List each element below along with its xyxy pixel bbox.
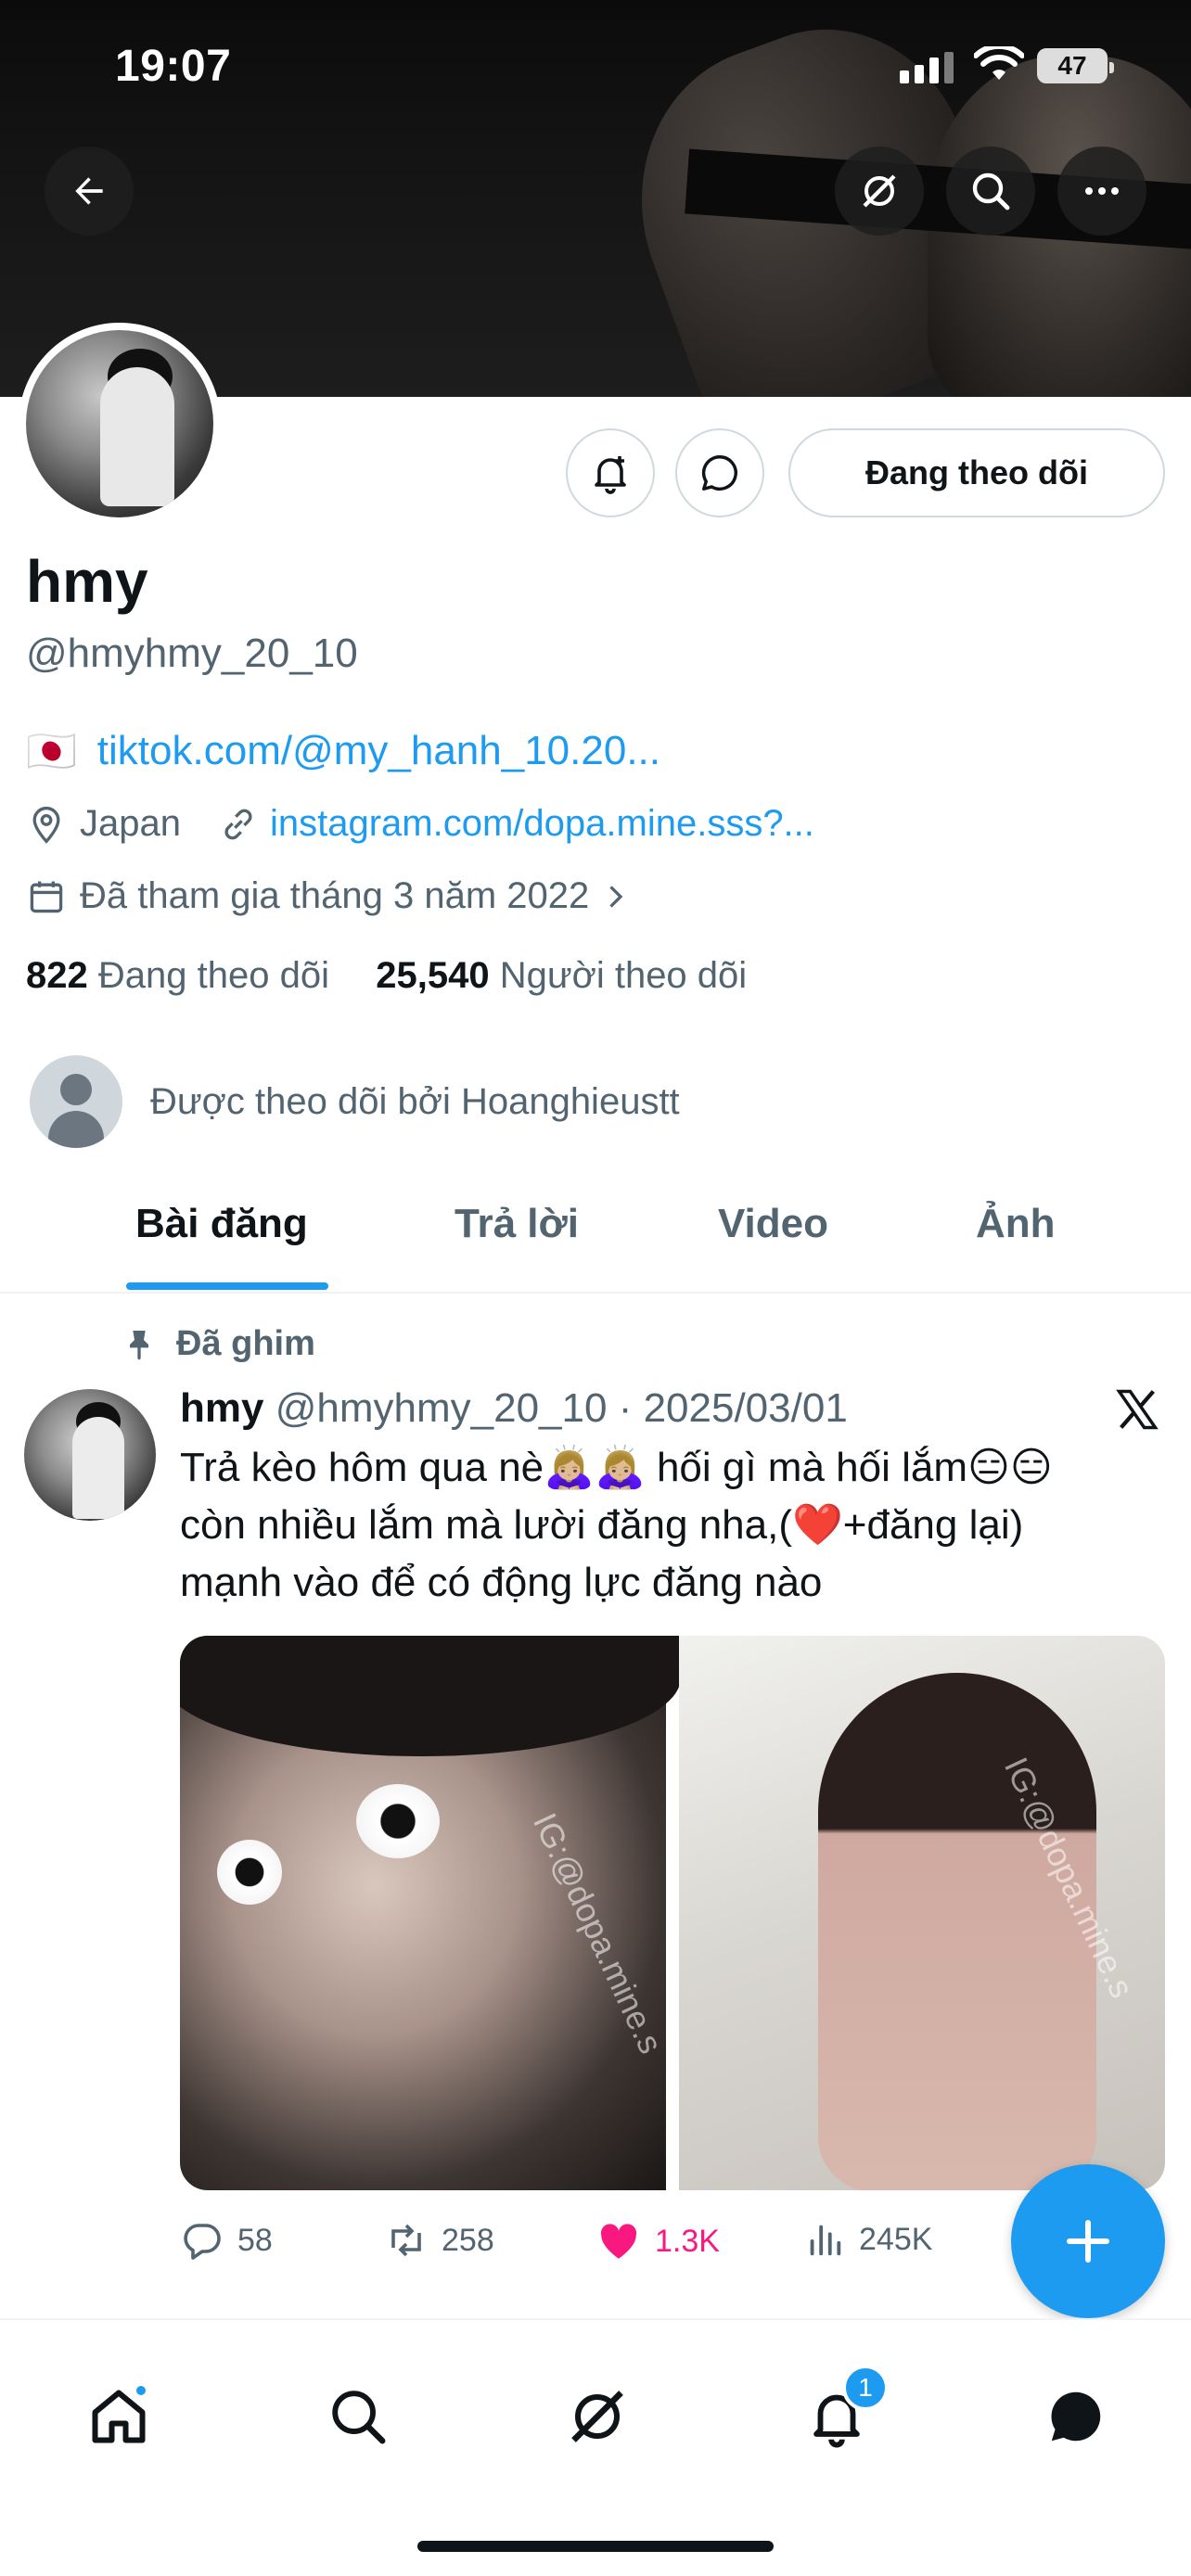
message-button[interactable] xyxy=(675,428,764,517)
back-arrow-icon xyxy=(75,177,103,205)
back-button[interactable] xyxy=(45,147,134,236)
message-icon xyxy=(701,455,737,491)
battery-level: 47 xyxy=(1057,51,1087,80)
calendar-icon xyxy=(30,881,63,912)
compose-plus-icon xyxy=(1067,2220,1109,2263)
japan-flag: 🇯🇵 xyxy=(26,729,77,774)
post-author[interactable]: hmy xyxy=(180,1385,263,1431)
views-count: 245K xyxy=(859,2221,933,2257)
heart-icon xyxy=(600,2224,637,2259)
follow-stats: 822 Đang theo dõi 25,540 Người theo dõi xyxy=(26,955,747,997)
more-button[interactable] xyxy=(1057,147,1146,236)
followed-by-text: Được theo dõi bởi Hoanghieustt xyxy=(150,1080,680,1122)
like-count: 1.3K xyxy=(655,2223,720,2259)
repost-count: 258 xyxy=(442,2222,494,2258)
profile-tabs: Bài đăng Trả lời Video Ảnh xyxy=(0,1164,1191,1294)
x-logo-icon xyxy=(1116,1389,1159,1430)
following-label: Đang theo dõi xyxy=(97,955,329,996)
post-separator: · xyxy=(607,1385,644,1431)
pinned-label: Đã ghim xyxy=(121,1324,315,1364)
views-button[interactable]: 245K xyxy=(803,2218,932,2261)
meta-line: Japan instagram.com/dopa.mine.sss?... xyxy=(26,803,814,845)
image-1-watermark: IG:@dopa.mine.s xyxy=(525,1806,671,2060)
status-bar: 19:07 47 xyxy=(0,0,1191,130)
grok-icon xyxy=(863,174,896,208)
reply-button[interactable]: 58 xyxy=(180,2218,273,2263)
views-icon xyxy=(810,2225,841,2256)
like-button[interactable]: 1.3K xyxy=(596,2218,720,2264)
joined-line[interactable]: Đã tham gia tháng 3 năm 2022 xyxy=(26,875,632,917)
more-icon xyxy=(1085,187,1119,195)
reply-icon xyxy=(184,2224,221,2260)
followers-label: Người theo dõi xyxy=(499,955,748,996)
followed-by-row[interactable]: Được theo dõi bởi Hoanghieustt xyxy=(30,1055,680,1148)
followers-stat[interactable]: 25,540 Người theo dõi xyxy=(376,955,747,996)
following-count: 822 xyxy=(26,955,88,996)
tab-posts[interactable]: Bài đăng xyxy=(135,1201,308,1247)
post-actions: 58 258 1.3K 245K xyxy=(180,2218,1015,2263)
nav-notifications[interactable]: 1 xyxy=(800,2365,889,2454)
followers-count: 25,540 xyxy=(376,955,490,996)
signal-icon xyxy=(900,52,954,83)
location-icon xyxy=(32,806,60,844)
home-unread-dot xyxy=(134,2383,148,2398)
chevron-right-icon xyxy=(609,885,623,908)
profile-handle: @hmyhmy_20_10 xyxy=(26,631,358,676)
joined-text: Đã tham gia tháng 3 năm 2022 xyxy=(80,875,590,916)
reply-count: 58 xyxy=(237,2222,273,2258)
search-icon xyxy=(972,172,1010,210)
add-notification-icon xyxy=(595,456,626,494)
post-image-2[interactable]: IG:@dopa.mine.s xyxy=(679,1636,1165,2190)
post-image-1[interactable]: IG:@dopa.mine.s xyxy=(180,1636,681,2190)
status-time: 19:07 xyxy=(115,42,232,91)
home-indicator xyxy=(417,2541,774,2552)
post-media[interactable]: IG:@dopa.mine.s IG:@dopa.mine.s xyxy=(180,1636,1165,2190)
nav-grok-icon xyxy=(571,2391,623,2442)
tab-photos[interactable]: Ảnh xyxy=(976,1201,1056,1247)
compose-button[interactable] xyxy=(1011,2164,1165,2318)
website-link[interactable]: instagram.com/dopa.mine.sss?... xyxy=(270,803,814,845)
follower-avatar xyxy=(30,1055,122,1148)
post-text: Trả kèo hôm qua nè🙇🏼‍♀️🙇🏼‍♀️ hối gì mà h… xyxy=(180,1445,1053,1605)
nav-search-icon xyxy=(332,2391,386,2444)
nav-search[interactable] xyxy=(321,2379,395,2454)
battery-icon: 47 xyxy=(1037,48,1114,83)
post-avatar[interactable] xyxy=(24,1389,156,1521)
bio-line: 🇯🇵 tiktok.com/@my_hanh_10.20... xyxy=(26,727,660,775)
notify-button[interactable] xyxy=(566,428,655,517)
location-text: Japan xyxy=(80,803,181,844)
wifi-icon xyxy=(973,43,1025,88)
repost-icon xyxy=(391,2224,421,2257)
notification-badge: 1 xyxy=(842,2365,889,2411)
nav-messages[interactable] xyxy=(1039,2379,1113,2454)
chat-icon xyxy=(1051,2391,1101,2442)
profile-avatar[interactable] xyxy=(19,323,221,525)
bio-tiktok-link[interactable]: tiktok.com/@my_hanh_10.20... xyxy=(97,728,660,774)
bottom-navigation: 1 xyxy=(0,2318,1191,2576)
grok-button[interactable] xyxy=(835,147,924,236)
search-button[interactable] xyxy=(946,147,1035,236)
tab-video[interactable]: Video xyxy=(718,1201,828,1247)
post-handle: @hmyhmy_20_10 xyxy=(275,1385,608,1431)
following-stat[interactable]: 822 Đang theo dõi xyxy=(26,955,329,996)
tab-replies[interactable]: Trả lời xyxy=(455,1201,579,1247)
repost-button[interactable]: 258 xyxy=(384,2218,494,2263)
link-icon xyxy=(224,809,252,839)
profile-name: hmy xyxy=(26,548,148,615)
active-tab-indicator xyxy=(126,1282,328,1290)
pinned-text: Đã ghim xyxy=(176,1324,315,1363)
nav-grok[interactable] xyxy=(560,2379,634,2454)
pin-icon xyxy=(130,1330,148,1360)
post-date: 2025/03/01 xyxy=(643,1385,848,1431)
nav-home[interactable] xyxy=(82,2379,156,2454)
following-button[interactable]: Đang theo dõi xyxy=(788,428,1165,517)
post-header: hmy @hmyhmy_20_10 · 2025/03/01 xyxy=(180,1385,848,1432)
